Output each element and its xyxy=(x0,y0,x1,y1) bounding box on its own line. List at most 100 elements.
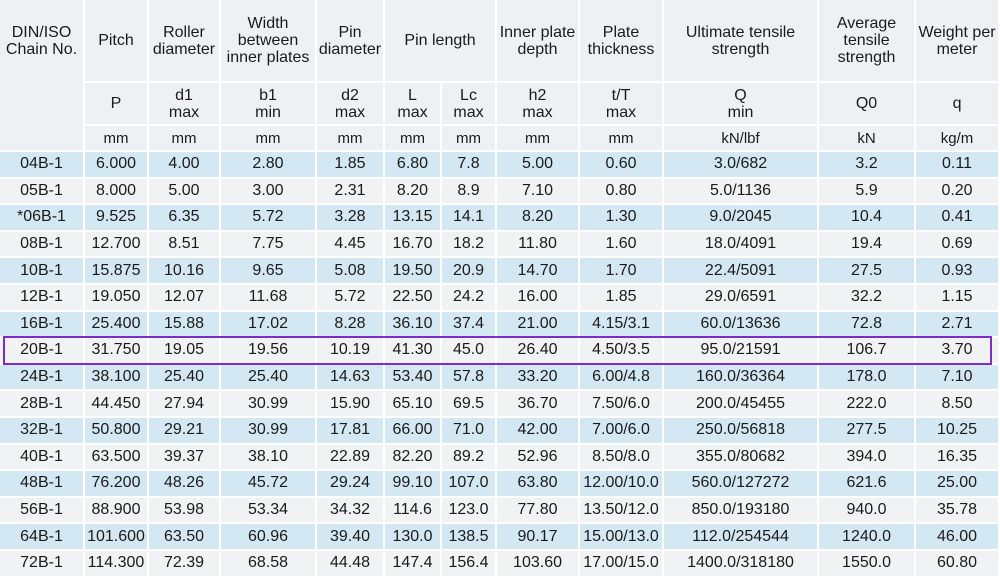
table-cell: 34.32 xyxy=(317,497,385,525)
table-cell: 45.0 xyxy=(442,338,498,365)
width-inner-plates-header: Width between inner plates xyxy=(221,0,317,83)
symbol-qualifier: max xyxy=(605,103,637,121)
table-row: 64B-1 101.600 63.50 60.96 39.40 130.0 138.5 90.… xyxy=(0,524,1000,551)
table-cell: 15.90 xyxy=(317,391,385,418)
table-cell: 19.05 xyxy=(149,338,221,365)
table-row: 20B-1 31.750 19.05 19.56 10.19 41.30 45.0 26.40… xyxy=(0,338,1000,365)
header-title-row: DIN/ISO Chain No. Pitch Roller diameter … xyxy=(0,0,1000,152)
unit-header-cell: mm xyxy=(221,126,317,152)
symbol-text: Q0 xyxy=(855,95,878,112)
table-cell: 32.2 xyxy=(819,284,917,312)
table-cell: 35.78 xyxy=(916,497,1000,525)
table-cell: 160.0/36364 xyxy=(664,364,820,392)
table-row: 12B-1 19.050 12.07 11.68 5.72 22.50 24.2 16.00 1… xyxy=(0,284,1000,312)
chain-no-cell: 48B-1 xyxy=(0,471,85,498)
table-cell: 33.20 xyxy=(497,364,581,392)
table-cell: 7.50/6.0 xyxy=(580,391,665,418)
table-cell: 72.8 xyxy=(819,311,917,339)
symbol-header-cell: d2 max xyxy=(317,83,385,126)
table-cell: 5.00 xyxy=(149,178,221,206)
symbol-header-cell: Q0 xyxy=(819,83,917,126)
table-cell: 107.0 xyxy=(442,471,498,498)
table-cell: 90.17 xyxy=(497,524,581,551)
table-cell: 13.50/12.0 xyxy=(580,497,665,525)
table-cell: 37.4 xyxy=(442,311,498,339)
table-cell: 2.71 xyxy=(916,311,1000,339)
table-cell: 19.50 xyxy=(385,258,442,285)
table-cell: 8.9 xyxy=(442,178,498,206)
table-row: 05B-1 8.000 5.00 3.00 2.31 8.20 8.9 7.10 0.80 5.0… xyxy=(0,178,1000,206)
table-cell: 5.00 xyxy=(497,152,581,179)
table-cell: 29.24 xyxy=(317,471,385,498)
table-cell: 2.31 xyxy=(317,178,385,206)
table-cell: 1550.0 xyxy=(819,550,917,578)
chain-no-cell: 56B-1 xyxy=(0,497,85,525)
symbol-qualifier: max xyxy=(334,103,366,121)
table-cell: 940.0 xyxy=(819,497,917,525)
table-row: 40B-1 63.500 39.37 38.10 22.89 82.20 89.2 52.96… xyxy=(0,444,1000,472)
table-cell: 77.80 xyxy=(497,497,581,525)
inner-plate-depth-header: Inner plate depth xyxy=(497,0,581,83)
table-cell: 8.50/8.0 xyxy=(580,444,665,472)
table-cell: 66.00 xyxy=(385,417,442,445)
table-cell: 60.80 xyxy=(916,550,1000,578)
unit-header-cell: mm xyxy=(442,126,498,152)
symbol-qualifier: min xyxy=(727,103,754,121)
table-cell: 1240.0 xyxy=(819,524,917,551)
table-cell: 27.94 xyxy=(149,391,221,418)
table-row: 28B-1 44.450 27.94 30.99 15.90 65.10 69.5 36.70… xyxy=(0,391,1000,418)
table-cell: 850.0/193180 xyxy=(664,497,820,525)
table-cell: 44.450 xyxy=(85,391,149,418)
table-cell: 25.40 xyxy=(149,364,221,392)
table-cell: 14.1 xyxy=(442,205,498,232)
table-cell: 11.68 xyxy=(221,284,317,312)
weight-per-meter-header: Weight per meter xyxy=(916,0,1000,83)
table-cell: 12.07 xyxy=(149,284,221,312)
table-cell: 5.72 xyxy=(317,284,385,312)
table-cell: 123.0 xyxy=(442,497,498,525)
table-row: 72B-1 114.300 72.39 68.58 44.48 147.4 156.4 103… xyxy=(0,550,1000,578)
table-cell: 1.30 xyxy=(580,205,665,232)
chain-no-cell: 16B-1 xyxy=(0,311,85,339)
table-cell: 44.48 xyxy=(317,550,385,578)
table-cell: 68.58 xyxy=(221,550,317,578)
table-cell: 138.5 xyxy=(442,524,498,551)
chain-no-cell: *06B-1 xyxy=(0,205,85,232)
table-row: 04B-1 6.000 4.00 2.80 1.85 6.80 7.8 5.00 0.60 3.0… xyxy=(0,152,1000,179)
average-tensile-header: Average tensile strength xyxy=(819,0,917,83)
table-cell: 1.85 xyxy=(580,284,665,312)
table-cell: 22.89 xyxy=(317,444,385,472)
chain-no-cell: 28B-1 xyxy=(0,391,85,418)
table-cell: 38.100 xyxy=(85,364,149,392)
symbol-header-cell: q xyxy=(916,83,1000,126)
table-cell: 6.00/4.8 xyxy=(580,364,665,392)
roller-diameter-header: Roller diameter xyxy=(149,0,221,83)
table-cell: 3.28 xyxy=(317,205,385,232)
table-cell: 53.98 xyxy=(149,497,221,525)
table-cell: 4.50/3.5 xyxy=(580,338,665,365)
table-cell: 53.40 xyxy=(385,364,442,392)
table-cell: 1400.0/318180 xyxy=(664,550,820,578)
table-cell: 15.88 xyxy=(149,311,221,339)
symbol-text: h2 xyxy=(528,86,547,104)
table-cell: 7.75 xyxy=(221,231,317,259)
table-cell: 95.0/21591 xyxy=(664,338,820,365)
table-cell: 69.5 xyxy=(442,391,498,418)
table-cell: 147.4 xyxy=(385,550,442,578)
unit-header-cell: kN/lbf xyxy=(664,126,820,152)
table-cell: 76.200 xyxy=(85,471,149,498)
table-cell: 17.02 xyxy=(221,311,317,339)
table-cell: 39.40 xyxy=(317,524,385,551)
table-cell: 12.00/10.0 xyxy=(580,471,665,498)
header-unit-row: mm mm mm mm mm mm mm mm kN/lbf kN kg/m xyxy=(0,126,1000,152)
table-cell: 46.00 xyxy=(916,524,1000,551)
table-cell: 355.0/80682 xyxy=(664,444,820,472)
table-cell: 48.26 xyxy=(149,471,221,498)
chain-no-cell: 05B-1 xyxy=(0,178,85,206)
table-cell: 130.0 xyxy=(385,524,442,551)
table-cell: 29.0/6591 xyxy=(664,284,820,312)
table-cell: 72.39 xyxy=(149,550,221,578)
chain-no-cell: 08B-1 xyxy=(0,231,85,259)
table-cell: 10.25 xyxy=(916,417,1000,445)
table-cell: 17.00/15.0 xyxy=(580,550,665,578)
